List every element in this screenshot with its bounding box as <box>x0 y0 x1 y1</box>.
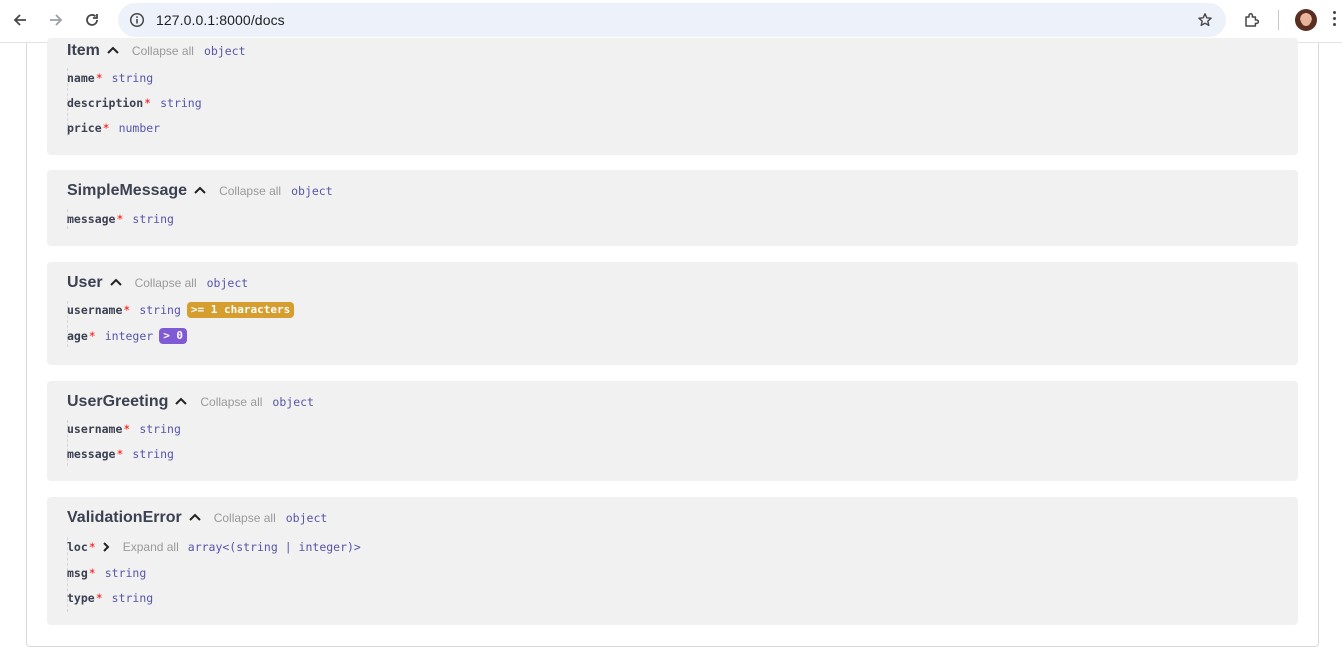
property-row: price * number <box>67 121 160 135</box>
expand-all-button[interactable]: Expand all <box>123 540 179 554</box>
model-type: object <box>291 184 333 198</box>
property-row: username * string >= 1 characters <box>67 302 295 318</box>
address-bar[interactable]: 127.0.0.1:8000/docs <box>118 3 1226 37</box>
arrow-right-icon <box>50 14 63 26</box>
model-usergreeting: UserGreeting Collapse all object usernam… <box>47 381 1298 481</box>
property-row: description * string <box>67 96 202 110</box>
required-mark: * <box>116 447 124 461</box>
model-title[interactable]: User <box>67 274 103 292</box>
property-name: price <box>67 121 102 135</box>
property-name: username <box>67 303 123 317</box>
property-name: message <box>67 447 116 461</box>
back-button[interactable] <box>6 6 34 34</box>
collapse-all-button[interactable]: Collapse all <box>200 395 262 409</box>
model-title[interactable]: Item <box>67 42 100 60</box>
property-row: message * string <box>67 447 174 461</box>
chevron-up-icon[interactable] <box>104 44 122 58</box>
property-row: type * string <box>67 591 153 605</box>
property-name: description <box>67 96 144 110</box>
property-type: string <box>132 212 174 226</box>
required-mark: * <box>123 303 131 317</box>
required-mark: * <box>88 329 96 343</box>
url-text[interactable]: 127.0.0.1:8000/docs <box>156 12 285 28</box>
property-type: string <box>139 422 181 436</box>
chevron-up-icon[interactable] <box>191 184 209 198</box>
model-title[interactable]: SimpleMessage <box>67 182 187 200</box>
collapse-all-button[interactable]: Collapse all <box>135 276 197 290</box>
property-name: username <box>67 422 123 436</box>
property-row: name * string <box>67 71 153 85</box>
property-row: username * string <box>67 422 181 436</box>
property-name: type <box>67 591 95 605</box>
puzzle-icon <box>1245 13 1260 27</box>
model-user: User Collapse all object username * strin… <box>47 262 1298 365</box>
chevron-up-icon[interactable] <box>107 276 125 290</box>
property-name: message <box>67 212 116 226</box>
property-type: array<(string | integer)> <box>187 540 361 554</box>
model-item: Item Collapse all object name * string de… <box>47 38 1298 155</box>
required-mark: * <box>144 96 152 110</box>
model-simplemessage: SimpleMessage Collapse all object messag… <box>47 170 1298 246</box>
property-type: string <box>132 447 174 461</box>
reload-icon <box>86 14 98 26</box>
bookmark-star-icon[interactable] <box>1194 9 1216 31</box>
required-mark: * <box>88 566 96 580</box>
property-type: string <box>111 71 154 85</box>
model-type: object <box>285 511 328 525</box>
property-name: msg <box>67 566 88 580</box>
required-mark: * <box>102 121 110 135</box>
toolbar-separator <box>1278 10 1279 30</box>
arrow-left-icon <box>13 14 26 26</box>
property-name: age <box>67 329 88 343</box>
property-row: loc * Expand all array<(string | integer)… <box>67 540 361 554</box>
property-type: string <box>139 303 181 317</box>
required-mark: * <box>116 212 124 226</box>
property-row: age * integer > 0 <box>67 328 188 344</box>
collapse-all-button[interactable]: Collapse all <box>214 511 276 525</box>
profile-avatar[interactable] <box>1295 9 1317 31</box>
model-type: object <box>206 276 249 290</box>
extensions-button[interactable] <box>1238 6 1266 34</box>
browser-toolbar: 127.0.0.1:8000/docs <box>0 0 1342 41</box>
minimum-badge: > 0 <box>159 328 188 344</box>
model-title[interactable]: UserGreeting <box>67 393 168 411</box>
model-title[interactable]: ValidationError <box>67 509 182 527</box>
chevron-right-icon[interactable] <box>99 540 113 554</box>
min-length-badge: >= 1 characters <box>186 302 295 318</box>
forward-button[interactable] <box>42 6 70 34</box>
required-mark: * <box>95 591 103 605</box>
property-type: number <box>118 121 161 135</box>
required-mark: * <box>88 540 96 554</box>
property-row: message * string <box>67 212 174 226</box>
property-type: integer <box>104 329 154 343</box>
required-mark: * <box>95 71 103 85</box>
model-validationerror: ValidationError Collapse all object loc *… <box>47 497 1298 625</box>
property-row: msg * string <box>67 566 146 580</box>
property-type: string <box>111 591 154 605</box>
site-info-icon[interactable] <box>126 9 148 31</box>
collapse-all-button[interactable]: Collapse all <box>219 184 281 198</box>
required-mark: * <box>123 422 131 436</box>
reload-button[interactable] <box>78 6 106 34</box>
property-type: string <box>104 566 147 580</box>
property-name[interactable]: loc <box>67 540 88 554</box>
chevron-up-icon[interactable] <box>186 511 204 525</box>
collapse-all-button[interactable]: Collapse all <box>132 44 194 58</box>
more-menu-icon[interactable] <box>1333 11 1337 29</box>
model-type: object <box>203 44 246 58</box>
model-type: object <box>272 395 314 409</box>
property-type: string <box>160 96 202 110</box>
property-name: name <box>67 71 95 85</box>
chevron-up-icon[interactable] <box>172 395 190 409</box>
